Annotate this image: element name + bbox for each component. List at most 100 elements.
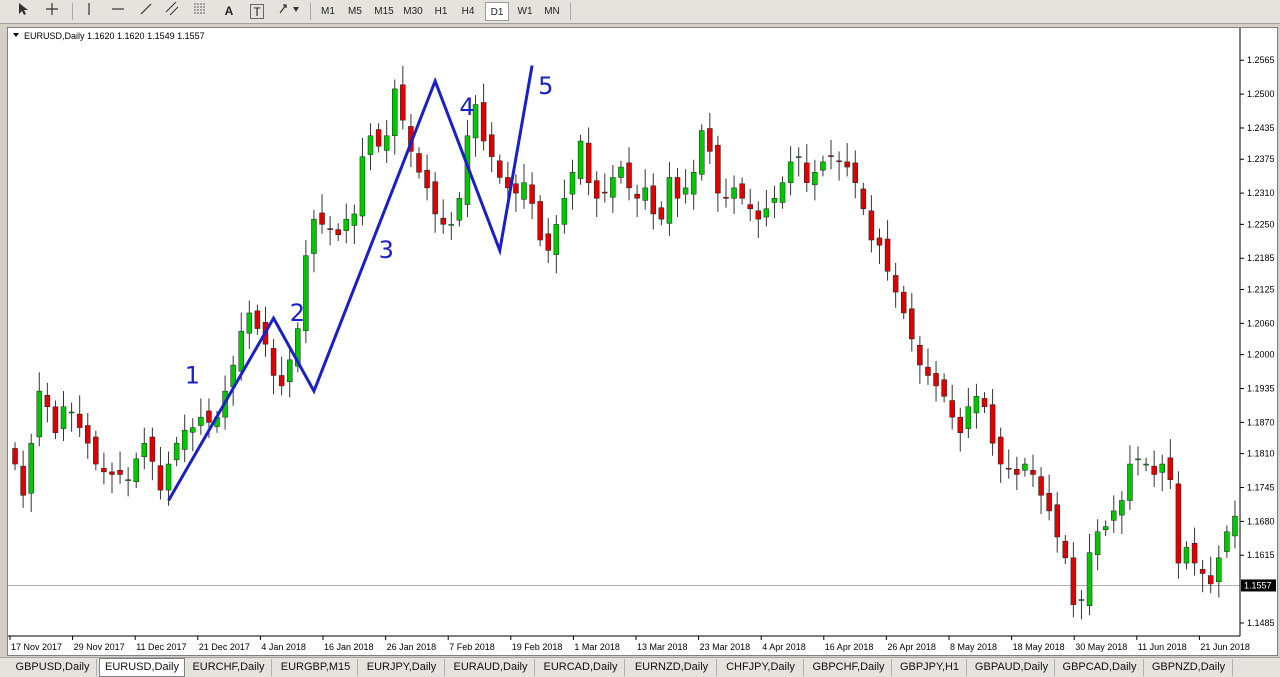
candle	[85, 412, 91, 459]
candle	[254, 304, 261, 335]
candle	[383, 120, 390, 163]
candle	[52, 400, 59, 440]
candle	[957, 407, 964, 452]
candle	[593, 171, 600, 218]
timeframe-mn-button[interactable]: MN	[540, 2, 564, 21]
current-price-label: 1.1557	[1244, 580, 1272, 590]
chart-tab-euraud-daily[interactable]: EURAUD,Daily	[447, 659, 535, 676]
fibonacci-icon[interactable]	[191, 2, 211, 21]
timeframe-h1-button[interactable]: H1	[429, 2, 453, 21]
wave-label-4: 4	[459, 93, 474, 121]
candle	[1094, 519, 1101, 571]
candle	[981, 392, 988, 413]
candle	[674, 168, 681, 218]
candle	[60, 391, 67, 442]
horizontal-line-icon[interactable]	[108, 2, 128, 21]
chart-tab-eurchf-daily[interactable]: EURCHF,Daily	[186, 659, 272, 676]
candle	[335, 223, 341, 242]
candle	[173, 436, 180, 467]
chart-tab-gbpaud-daily[interactable]: GBPAUD,Daily	[969, 659, 1055, 676]
symbol-dropdown-icon[interactable]	[13, 33, 19, 37]
chart-tab-gbpnzd-daily[interactable]: GBPNZD,Daily	[1145, 659, 1233, 676]
x-tick-label: 7 Feb 2018	[449, 642, 495, 652]
y-tick-label: 1.2435	[1247, 123, 1275, 133]
candle	[561, 179, 568, 234]
candle	[1006, 449, 1012, 479]
candle	[327, 216, 333, 246]
crosshair-icon[interactable]	[42, 2, 62, 21]
candle	[602, 173, 608, 203]
chart-tab-chfjpy-daily[interactable]: CHFJPY,Daily	[718, 659, 804, 676]
candle	[367, 123, 374, 171]
chart-tab-eurcad-daily[interactable]: EURCAD,Daily	[537, 659, 625, 676]
candle	[20, 450, 26, 508]
candle	[432, 172, 438, 233]
x-tick-label: 8 May 2018	[950, 642, 997, 652]
candle	[101, 452, 107, 485]
timeframe-m15-button[interactable]: M15	[370, 2, 398, 21]
candle	[1062, 534, 1069, 565]
x-tick-label: 4 Jan 2018	[261, 642, 306, 652]
chart-tab-gbpusd-daily[interactable]: GBPUSD,Daily	[9, 659, 97, 676]
candle	[666, 161, 673, 236]
x-tick-label: 26 Jan 2018	[387, 642, 437, 652]
candle	[181, 414, 188, 462]
chart-tab-eurnzd-daily[interactable]: EURNZD,Daily	[627, 659, 717, 676]
x-tick-label: 21 Jun 2018	[1200, 642, 1250, 652]
candle	[303, 240, 309, 344]
candle	[739, 177, 745, 205]
candle	[1207, 556, 1214, 594]
timeframe-m30-button[interactable]: M30	[399, 2, 427, 21]
candle	[1111, 495, 1117, 533]
candle	[456, 192, 463, 227]
y-tick-label: 1.2565	[1247, 55, 1275, 65]
candle	[1078, 590, 1085, 620]
chart-tab-gbpchf-daily[interactable]: GBPCHF,Daily	[806, 659, 892, 676]
candle	[876, 228, 883, 264]
candle	[836, 151, 842, 181]
candle	[715, 135, 721, 212]
candle	[448, 211, 455, 240]
vertical-line-icon[interactable]	[80, 2, 98, 21]
candle	[1038, 467, 1044, 515]
y-tick-label: 1.2310	[1247, 188, 1275, 198]
x-tick-label: 23 Mar 2018	[700, 642, 751, 652]
arrow-cursor-icon[interactable]	[14, 2, 32, 21]
candle	[917, 335, 923, 384]
channel-icon[interactable]	[163, 1, 183, 21]
candle	[658, 201, 665, 226]
candle	[1151, 450, 1157, 487]
chart-tab-eurusd-daily[interactable]: EURUSD,Daily	[99, 658, 185, 677]
chart-tab-gbpjpy-h1[interactable]: GBPJPY,H1	[893, 659, 967, 676]
trendline-icon[interactable]	[136, 2, 156, 21]
candle	[909, 293, 915, 352]
candle	[1167, 439, 1174, 490]
text-icon[interactable]: A	[219, 2, 239, 21]
timeframe-m5-button[interactable]: M5	[343, 2, 367, 21]
arrows-icon[interactable]	[276, 2, 302, 21]
candle	[755, 201, 762, 238]
candle	[610, 164, 616, 213]
candle	[351, 204, 358, 245]
x-tick-label: 30 May 2018	[1075, 642, 1127, 652]
y-tick-label: 1.1615	[1247, 550, 1275, 560]
chart-tab-eurgbp-m15[interactable]: EURGBP,M15	[274, 659, 358, 676]
y-tick-label: 1.2375	[1247, 154, 1275, 164]
chart-tab-gbpcad-daily[interactable]: GBPCAD,Daily	[1056, 659, 1144, 676]
chart-tab-eurjpy-daily[interactable]: EURJPY,Daily	[359, 659, 445, 676]
timeframe-m1-button[interactable]: M1	[316, 2, 340, 21]
candle	[198, 398, 204, 435]
timeframe-d1-button[interactable]: D1	[485, 2, 509, 21]
price-chart[interactable]: 1 2 3 4 5 1.2565 1.2500 1.2435 1.2375 1.2310 1.22…	[7, 27, 1278, 656]
candle	[731, 175, 737, 214]
candle	[424, 154, 430, 201]
timeframe-w1-button[interactable]: W1	[513, 2, 537, 21]
candle	[1014, 456, 1020, 491]
y-tick-label: 1.2125	[1247, 285, 1275, 295]
text-label-icon[interactable]: T	[250, 4, 264, 19]
candle	[1070, 542, 1077, 618]
candle	[1086, 533, 1093, 616]
candle	[513, 174, 519, 212]
timeframe-h4-button[interactable]: H4	[456, 2, 480, 21]
y-tick-label: 1.2185	[1247, 253, 1275, 263]
